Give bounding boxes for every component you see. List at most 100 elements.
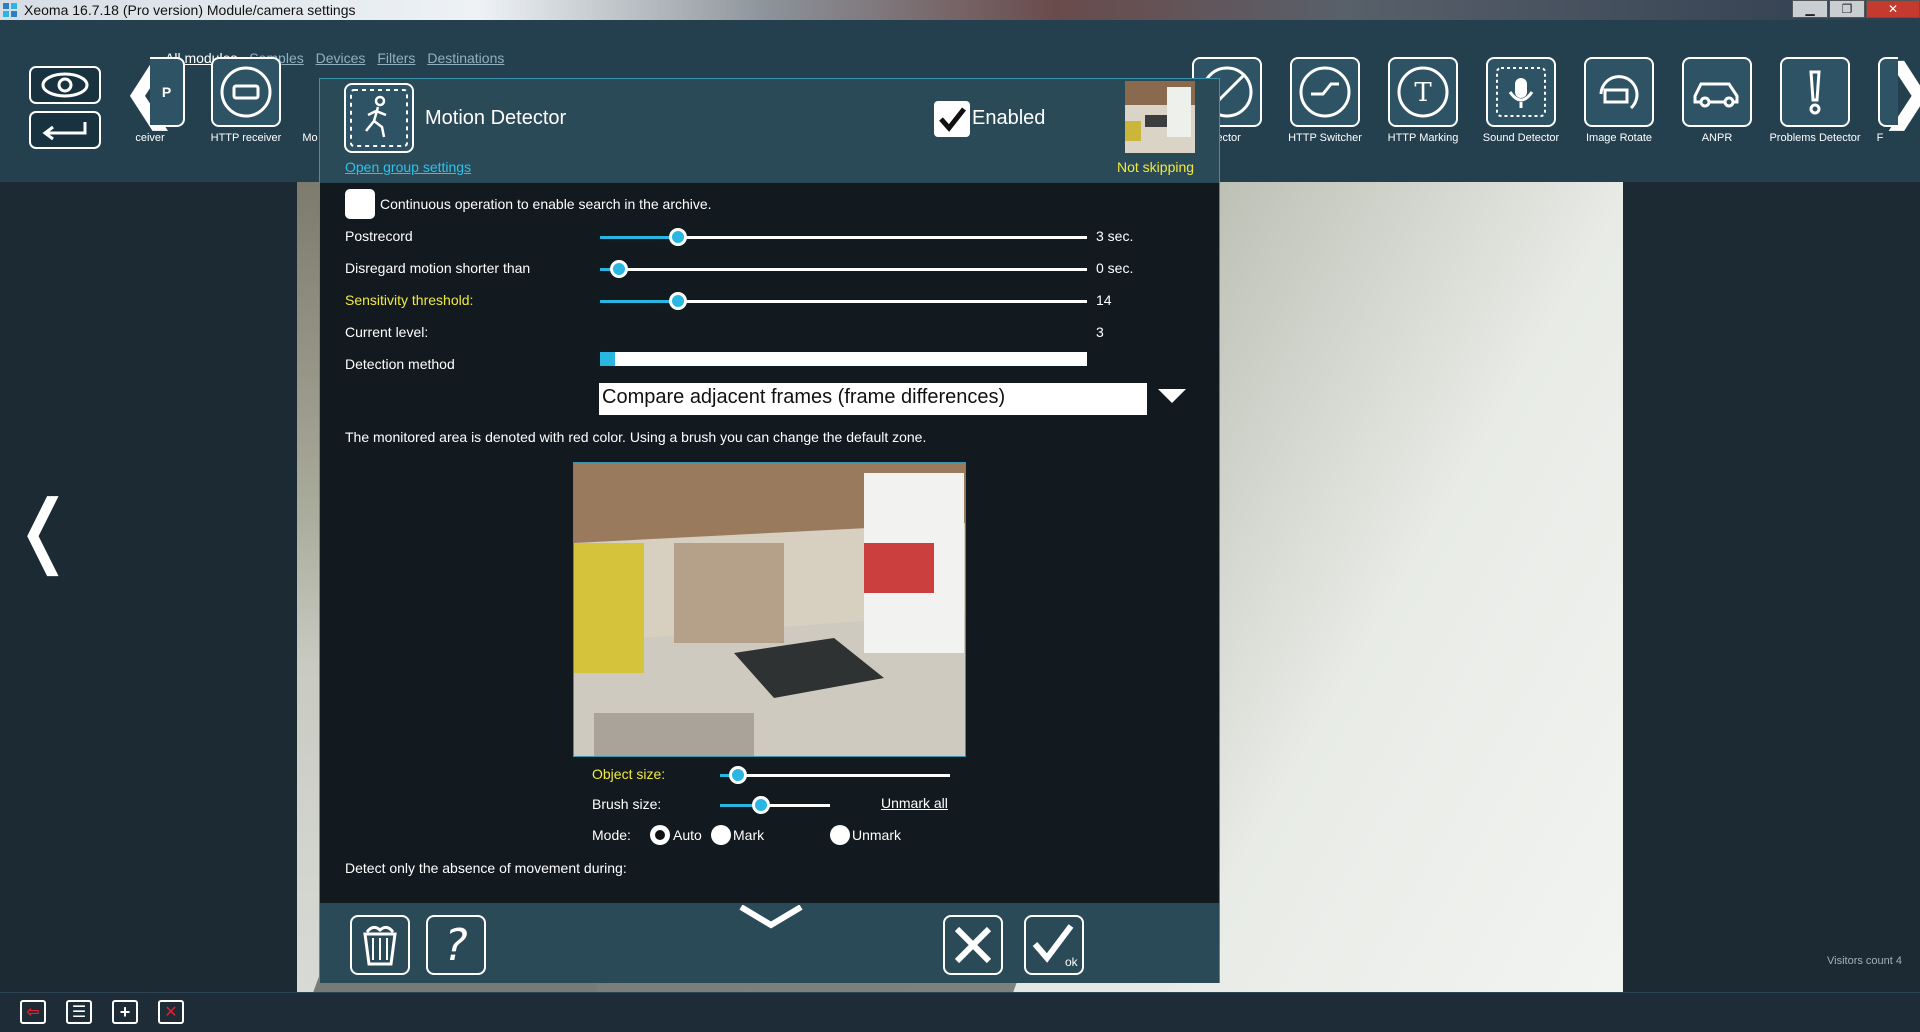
module-label-http-switcher: HTTP Switcher xyxy=(1288,132,1362,144)
help-button[interactable]: ? xyxy=(426,915,486,975)
bottom-toolbar xyxy=(0,992,1920,1032)
module-tile-http-receiver-partial[interactable]: P xyxy=(150,57,185,127)
mode-auto-radio[interactable] xyxy=(650,825,670,845)
list-icon: ☰ xyxy=(71,1004,87,1021)
disregard-motion-label: Disregard motion shorter than xyxy=(345,260,531,276)
svg-text:T: T xyxy=(1414,78,1432,108)
mode-unmark-radio[interactable] xyxy=(830,825,850,845)
open-group-settings-link[interactable]: Open group settings xyxy=(345,159,471,175)
tab-filters[interactable]: Filters xyxy=(377,50,415,66)
absence-of-movement-label: Detect only the absence of movement duri… xyxy=(345,860,627,876)
mode-mark-label: Mark xyxy=(733,827,765,843)
continuous-operation-checkbox[interactable] xyxy=(345,189,375,219)
car-icon xyxy=(1693,82,1739,108)
title-bar: Xeoma 16.7.18 (Pro version) Module/camer… xyxy=(0,0,1920,20)
close-red-icon: ✕ xyxy=(164,1004,178,1021)
module-tile-http-receiver[interactable] xyxy=(211,57,281,127)
checkmark-ok-icon: ok xyxy=(1032,924,1079,969)
http-receiver-icon xyxy=(220,66,272,118)
module-tile-sound-detector[interactable] xyxy=(1486,57,1556,127)
exclamation-icon xyxy=(1809,70,1821,115)
module-tile-http-marking[interactable]: T xyxy=(1388,57,1458,127)
module-tile-anpr[interactable] xyxy=(1682,57,1752,127)
disregard-motion-value: 0 sec. xyxy=(1096,260,1134,276)
return-arrow-icon xyxy=(42,122,87,141)
postrecord-slider[interactable] xyxy=(600,228,1087,246)
camera-frame-image xyxy=(574,463,965,756)
close-icon xyxy=(954,926,992,964)
left-pane xyxy=(0,182,297,992)
view-eye-button[interactable] xyxy=(29,66,101,104)
postrecord-slider-fill xyxy=(600,236,678,239)
exit-arrow-icon: ⇦ xyxy=(26,1004,40,1021)
delete-module-button[interactable] xyxy=(350,915,410,975)
visitors-count: Visitors count 4 xyxy=(1827,955,1903,967)
mode-mark-radio[interactable] xyxy=(711,825,731,845)
disregard-motion-slider-knob[interactable] xyxy=(610,260,629,278)
skipping-status: Not skipping xyxy=(1117,159,1195,175)
motion-zone-editor[interactable] xyxy=(573,462,966,757)
postrecord-slider-knob[interactable] xyxy=(668,228,687,246)
previous-camera-chevron-icon[interactable]: ❬ xyxy=(10,490,77,570)
module-label-partial: ceiver xyxy=(135,132,165,144)
tab-destinations[interactable]: Destinations xyxy=(427,50,504,66)
sensitivity-threshold-value: 14 xyxy=(1096,292,1112,308)
svg-text:ok: ok xyxy=(1065,955,1079,969)
ok-button[interactable]: ok xyxy=(1024,915,1084,975)
checkmark-icon xyxy=(939,107,966,132)
module-label-problems-detector: Problems Detector xyxy=(1769,132,1861,144)
enabled-label: Enabled xyxy=(972,107,1046,129)
zone-hint-text: The monitored area is denoted with red c… xyxy=(345,429,927,445)
sensitivity-threshold-slider-fill xyxy=(600,300,678,303)
brush-size-slider[interactable] xyxy=(720,796,830,814)
unmark-all-link[interactable]: Unmark all xyxy=(881,795,948,811)
module-tile-partial-right[interactable] xyxy=(1878,57,1898,127)
http-marking-icon: T xyxy=(1397,66,1449,118)
detection-method-label: Detection method xyxy=(345,356,455,372)
running-man-icon xyxy=(350,89,408,147)
detection-method-select[interactable]: Compare adjacent frames (frame differenc… xyxy=(599,383,1147,415)
cancel-button[interactable] xyxy=(943,915,1003,975)
brush-size-slider-knob[interactable] xyxy=(751,796,770,814)
minimize-button[interactable]: ▁ xyxy=(1792,0,1828,18)
object-size-slider-knob[interactable] xyxy=(729,766,748,784)
dialog-title: Motion Detector xyxy=(425,107,567,129)
http-switcher-icon xyxy=(1299,66,1351,118)
mode-auto-label: Auto xyxy=(673,827,702,843)
sensitivity-threshold-label: Sensitivity threshold: xyxy=(345,292,474,308)
current-level-label: Current level: xyxy=(345,324,429,340)
current-level-fill xyxy=(600,352,615,366)
trash-icon xyxy=(363,925,397,966)
camera-thumbnail xyxy=(1125,81,1195,153)
delete-camera-button[interactable]: ✕ xyxy=(158,1000,184,1024)
object-size-slider[interactable] xyxy=(720,766,950,784)
close-window-button[interactable]: ✕ xyxy=(1866,0,1920,18)
expand-chevron-down-icon[interactable] xyxy=(739,905,803,931)
module-label-http-marking: HTTP Marking xyxy=(1387,132,1459,144)
motion-detector-module-icon xyxy=(344,83,414,153)
plus-icon: + xyxy=(119,1001,131,1022)
dropdown-arrow-icon[interactable] xyxy=(1158,389,1186,403)
back-button[interactable] xyxy=(29,111,101,149)
image-rotate-icon xyxy=(1599,75,1639,110)
module-label-sound-detector: Sound Detector xyxy=(1482,132,1560,144)
module-tile-problems-detector[interactable] xyxy=(1780,57,1850,127)
sensitivity-threshold-slider-knob[interactable] xyxy=(668,292,687,310)
list-view-button[interactable]: ☰ xyxy=(66,1000,92,1024)
maximize-button[interactable]: ❐ xyxy=(1829,0,1865,18)
add-camera-button[interactable]: + xyxy=(112,1000,138,1024)
postrecord-label: Postrecord xyxy=(345,228,413,244)
current-level-value: 3 xyxy=(1096,324,1104,340)
module-tile-image-rotate[interactable] xyxy=(1584,57,1654,127)
object-size-label: Object size: xyxy=(592,766,666,782)
window-title: Xeoma 16.7.18 (Pro version) Module/camer… xyxy=(24,2,356,18)
exit-button[interactable]: ⇦ xyxy=(20,1000,46,1024)
tab-devices[interactable]: Devices xyxy=(316,50,366,66)
sensitivity-threshold-slider[interactable] xyxy=(600,292,1087,310)
sound-detector-icon xyxy=(1496,67,1546,117)
module-label-f: F xyxy=(1876,132,1884,144)
continuous-operation-label: Continuous operation to enable search in… xyxy=(380,196,712,212)
module-tile-http-switcher[interactable] xyxy=(1290,57,1360,127)
enabled-checkbox[interactable] xyxy=(934,101,970,137)
disregard-motion-slider[interactable] xyxy=(600,260,1087,278)
